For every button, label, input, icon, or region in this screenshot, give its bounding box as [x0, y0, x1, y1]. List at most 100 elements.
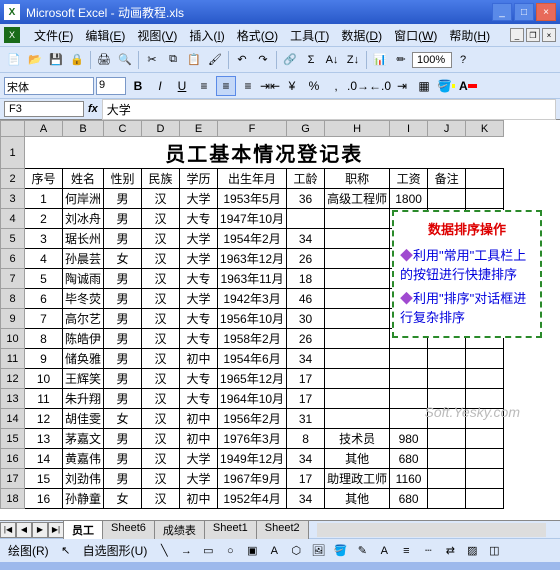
dash-style-icon[interactable]: ┄: [419, 542, 437, 560]
cell[interactable]: 技术员: [325, 429, 390, 449]
cell[interactable]: 汉: [142, 329, 180, 349]
cell[interactable]: [325, 309, 390, 329]
hyperlink-icon[interactable]: 🔗: [280, 50, 300, 70]
cell[interactable]: 36: [287, 189, 325, 209]
col-header[interactable]: F: [218, 121, 287, 137]
minimize-button[interactable]: _: [492, 3, 512, 21]
cell[interactable]: 14: [25, 449, 63, 469]
align-right-button[interactable]: ≡: [238, 76, 258, 96]
chart-icon[interactable]: 📊: [370, 50, 390, 70]
cell[interactable]: 大专: [180, 329, 218, 349]
table-header-cell[interactable]: 备注: [428, 169, 466, 189]
cell[interactable]: [325, 369, 390, 389]
close-button[interactable]: ×: [536, 3, 556, 21]
cell[interactable]: [466, 449, 504, 469]
menu-h[interactable]: 帮助(H): [443, 25, 496, 46]
sort-desc-icon[interactable]: Z↓: [343, 50, 363, 70]
cell[interactable]: 1976年3月: [218, 429, 287, 449]
menu-v[interactable]: 视图(V): [131, 25, 183, 46]
cell[interactable]: 男: [104, 389, 142, 409]
cell[interactable]: 男: [104, 209, 142, 229]
cell[interactable]: 汉: [142, 389, 180, 409]
cell[interactable]: 1963年12月: [218, 249, 287, 269]
cell[interactable]: [466, 409, 504, 429]
cell[interactable]: 1954年2月: [218, 229, 287, 249]
cell[interactable]: 大专: [180, 309, 218, 329]
font-size-select[interactable]: 9: [96, 77, 126, 95]
worksheet-area[interactable]: ABCDEFGHIJK1员工基本情况登记表2序号姓名性别民族学历出生年月工龄职称…: [0, 120, 560, 520]
cell[interactable]: 汉: [142, 189, 180, 209]
table-header-cell[interactable]: 出生年月: [218, 169, 287, 189]
cell[interactable]: 汉: [142, 449, 180, 469]
cell[interactable]: 9: [25, 349, 63, 369]
cell[interactable]: [466, 429, 504, 449]
menu-d[interactable]: 数据(D): [335, 25, 388, 46]
row-header[interactable]: 11: [1, 349, 25, 369]
cell[interactable]: 1965年12月: [218, 369, 287, 389]
cell[interactable]: [428, 409, 466, 429]
cell[interactable]: 汉: [142, 409, 180, 429]
cell[interactable]: [325, 209, 390, 229]
cell[interactable]: 13: [25, 429, 63, 449]
row-header[interactable]: 10: [1, 329, 25, 349]
save-icon[interactable]: 💾: [46, 50, 66, 70]
cell[interactable]: [466, 489, 504, 509]
select-objects-icon[interactable]: ↖: [57, 542, 75, 560]
decrease-decimal-button[interactable]: ←.0: [370, 76, 390, 96]
row-header[interactable]: 13: [1, 389, 25, 409]
menu-w[interactable]: 窗口(W): [388, 25, 443, 46]
menu-t[interactable]: 工具(T): [284, 25, 335, 46]
cell[interactable]: 男: [104, 429, 142, 449]
cell[interactable]: 大专: [180, 269, 218, 289]
3d-icon[interactable]: ◫: [485, 542, 503, 560]
cell[interactable]: 毕冬荧: [63, 289, 104, 309]
cell[interactable]: [428, 469, 466, 489]
menu-e[interactable]: 编辑(E): [79, 25, 131, 46]
cell[interactable]: 汉: [142, 289, 180, 309]
cell[interactable]: 其他: [325, 449, 390, 469]
cell[interactable]: 17: [287, 469, 325, 489]
currency-button[interactable]: ¥: [282, 76, 302, 96]
row-header[interactable]: 1: [1, 137, 25, 169]
increase-decimal-button[interactable]: .0→: [348, 76, 368, 96]
row-header[interactable]: 4: [1, 209, 25, 229]
cell[interactable]: 34: [287, 229, 325, 249]
col-header[interactable]: G: [287, 121, 325, 137]
cell[interactable]: 4: [25, 249, 63, 269]
cell[interactable]: 1964年10月: [218, 389, 287, 409]
row-header[interactable]: 8: [1, 289, 25, 309]
table-header-cell[interactable]: 学历: [180, 169, 218, 189]
zoom-input[interactable]: 100%: [412, 52, 452, 68]
cell[interactable]: [390, 349, 428, 369]
table-header-cell[interactable]: 职称: [325, 169, 390, 189]
col-header[interactable]: K: [466, 121, 504, 137]
cell[interactable]: 6: [25, 289, 63, 309]
cell[interactable]: 初中: [180, 489, 218, 509]
col-header[interactable]: D: [142, 121, 180, 137]
col-header[interactable]: I: [390, 121, 428, 137]
cell[interactable]: 8: [25, 329, 63, 349]
row-header[interactable]: 6: [1, 249, 25, 269]
cell[interactable]: 34: [287, 449, 325, 469]
cell[interactable]: [428, 429, 466, 449]
cell[interactable]: 助理政工师: [325, 469, 390, 489]
font-name-select[interactable]: 宋体: [4, 77, 94, 95]
borders-button[interactable]: ▦: [414, 76, 434, 96]
tab-nav-prev[interactable]: ◀: [16, 522, 32, 538]
cell[interactable]: 1942年3月: [218, 289, 287, 309]
cell[interactable]: 680: [390, 449, 428, 469]
formula-input[interactable]: 大学: [102, 99, 556, 120]
sheet-tab[interactable]: 员工: [63, 520, 103, 539]
cell[interactable]: 其他: [325, 489, 390, 509]
cell[interactable]: 26: [287, 249, 325, 269]
cell[interactable]: 3: [25, 229, 63, 249]
cell[interactable]: [325, 409, 390, 429]
sheet-tab[interactable]: Sheet2: [256, 520, 309, 539]
cell[interactable]: 男: [104, 449, 142, 469]
clipart-icon[interactable]: 🖼: [309, 542, 327, 560]
row-header[interactable]: 14: [1, 409, 25, 429]
cell[interactable]: 女: [104, 409, 142, 429]
cell[interactable]: 30: [287, 309, 325, 329]
cell[interactable]: 茅嘉文: [63, 429, 104, 449]
cell[interactable]: 高级工程师: [325, 189, 390, 209]
